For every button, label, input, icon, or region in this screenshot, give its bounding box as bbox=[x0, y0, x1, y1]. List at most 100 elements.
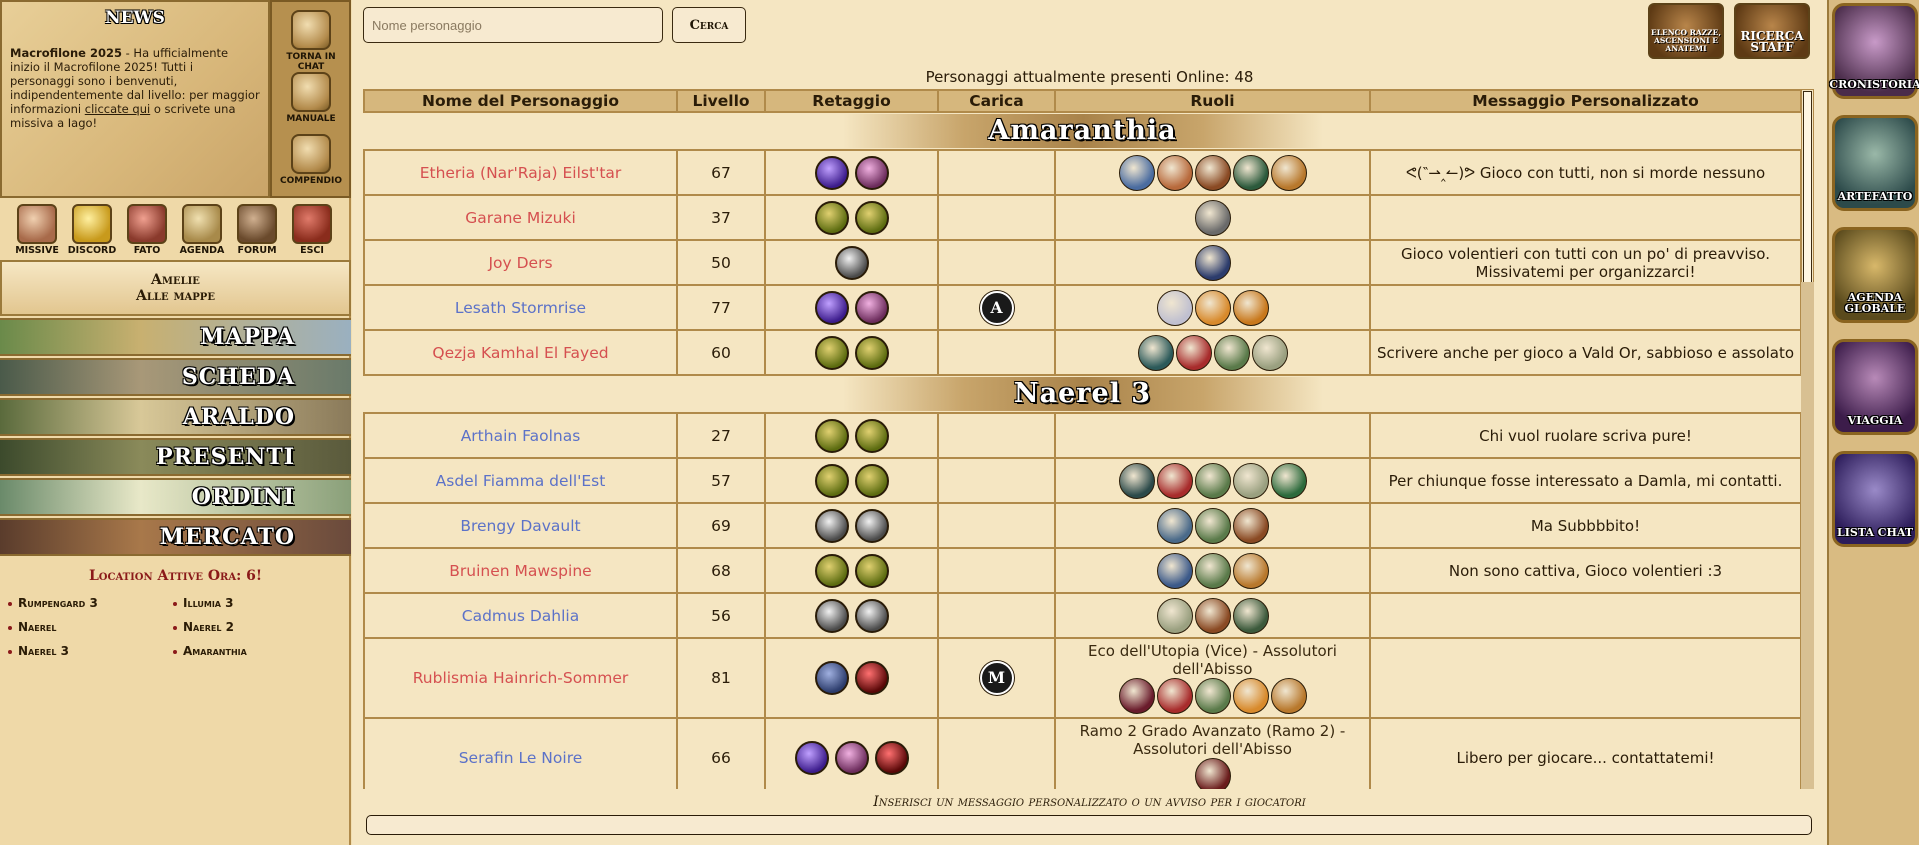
nav-present[interactable]: PRESENTI bbox=[0, 438, 351, 476]
location-item[interactable]: Illumia 3 bbox=[165, 596, 247, 620]
role-icon[interactable] bbox=[1156, 462, 1193, 499]
character-panel[interactable]: Amelie Alle mappe bbox=[0, 260, 351, 316]
return-to-chat-button[interactable]: TORNA IN CHAT bbox=[280, 10, 342, 72]
role-icon[interactable] bbox=[1213, 334, 1250, 371]
location-item[interactable]: Naerel bbox=[0, 620, 98, 644]
character-name-cell[interactable]: Bruinen Mawspine bbox=[363, 547, 678, 594]
heritage-icon[interactable] bbox=[814, 553, 849, 588]
role-icon[interactable] bbox=[1232, 678, 1269, 714]
agenda-button[interactable]: AGENDA bbox=[175, 204, 229, 256]
heritage-icon[interactable] bbox=[854, 290, 889, 325]
role-icon[interactable] bbox=[1137, 334, 1174, 371]
role-icon[interactable] bbox=[1270, 678, 1307, 714]
role-icon[interactable] bbox=[1194, 199, 1231, 236]
nav-orders[interactable]: ORDINI bbox=[0, 478, 351, 516]
heritage-icon[interactable] bbox=[814, 290, 849, 325]
heritage-icon[interactable] bbox=[854, 598, 889, 633]
nav-herald[interactable]: ARALDO bbox=[0, 398, 351, 436]
heritage-icon[interactable] bbox=[814, 508, 849, 543]
location-item[interactable]: Naerel 3 bbox=[0, 644, 98, 668]
role-icon[interactable] bbox=[1156, 289, 1193, 326]
role-icon[interactable] bbox=[1194, 507, 1231, 544]
heritage-icon[interactable] bbox=[854, 155, 889, 190]
character-name-cell[interactable]: Joy Ders bbox=[363, 239, 678, 286]
location-item[interactable]: Naerel 2 bbox=[165, 620, 247, 644]
col-header-charge[interactable]: Carica bbox=[937, 89, 1056, 113]
character-name-cell[interactable]: Qezja Kamhal El Fayed bbox=[363, 329, 678, 376]
search-input[interactable] bbox=[363, 7, 663, 43]
character-name-cell[interactable]: Etheria (Nar'Raja) Eilst'tar bbox=[363, 149, 678, 196]
chat-list-button[interactable]: LISTA CHAT bbox=[1832, 451, 1918, 547]
heritage-icon[interactable] bbox=[854, 661, 889, 695]
character-name-cell[interactable]: Asdel Fiamma dell'Est bbox=[363, 457, 678, 504]
heritage-icon[interactable] bbox=[794, 741, 829, 775]
character-name-cell[interactable]: Cadmus Dahlia bbox=[363, 592, 678, 639]
discord-button[interactable]: DISCORD bbox=[65, 204, 119, 256]
role-icon[interactable] bbox=[1232, 507, 1269, 544]
scrollbar-track[interactable] bbox=[1801, 282, 1814, 789]
heritage-icon[interactable] bbox=[854, 418, 889, 453]
missive-button[interactable]: MISSIVE bbox=[10, 204, 64, 256]
news-link[interactable]: cliccate qui bbox=[85, 102, 150, 116]
scrollbar-thumb[interactable] bbox=[1803, 91, 1812, 283]
role-icon[interactable] bbox=[1194, 552, 1231, 589]
charge-badge-icon[interactable]: M bbox=[979, 661, 1014, 695]
role-icon[interactable] bbox=[1194, 154, 1231, 191]
role-icon[interactable] bbox=[1156, 507, 1193, 544]
heritage-icon[interactable] bbox=[854, 553, 889, 588]
location-banner[interactable]: Amaranthia bbox=[842, 114, 1323, 148]
role-icon[interactable] bbox=[1232, 289, 1269, 326]
role-icon[interactable] bbox=[1194, 244, 1231, 281]
role-icon[interactable] bbox=[1175, 334, 1212, 371]
location-banner[interactable]: Naerel 3 bbox=[842, 377, 1323, 411]
role-icon[interactable] bbox=[1232, 154, 1269, 191]
role-icon[interactable] bbox=[1270, 462, 1307, 499]
global-agenda-button[interactable]: AGENDA GLOBALE bbox=[1832, 227, 1918, 323]
fate-button[interactable]: FATO bbox=[120, 204, 174, 256]
location-item[interactable]: Amaranthia bbox=[165, 644, 247, 668]
heritage-icon[interactable] bbox=[834, 245, 869, 280]
manual-button[interactable]: MANUALE bbox=[280, 72, 342, 124]
role-icon[interactable] bbox=[1194, 289, 1231, 326]
role-icon[interactable] bbox=[1194, 678, 1231, 714]
character-name-cell[interactable]: Garane Mizuki bbox=[363, 194, 678, 241]
role-icon[interactable] bbox=[1118, 678, 1155, 714]
heritage-icon[interactable] bbox=[814, 335, 849, 370]
heritage-icon[interactable] bbox=[854, 508, 889, 543]
role-icon[interactable] bbox=[1194, 597, 1231, 634]
role-icon[interactable] bbox=[1270, 154, 1307, 191]
heritage-icon[interactable] bbox=[854, 200, 889, 235]
role-icon[interactable] bbox=[1156, 678, 1193, 714]
role-icon[interactable] bbox=[1194, 462, 1231, 499]
charge-badge-icon[interactable]: A bbox=[979, 290, 1014, 325]
role-icon[interactable] bbox=[1232, 552, 1269, 589]
nav-map[interactable]: MAPPA bbox=[0, 318, 351, 356]
role-icon[interactable] bbox=[1232, 597, 1269, 634]
role-icon[interactable] bbox=[1156, 552, 1193, 589]
heritage-icon[interactable] bbox=[834, 741, 869, 775]
location-item[interactable]: Rumpengard 3 bbox=[0, 596, 98, 620]
role-icon[interactable] bbox=[1232, 462, 1269, 499]
heritage-icon[interactable] bbox=[854, 463, 889, 498]
races-list-button[interactable]: ELENCO RAZZE, ASCENSIONI E ANATEMI bbox=[1648, 3, 1724, 59]
nav-market[interactable]: MERCATO bbox=[0, 518, 351, 556]
role-icon[interactable] bbox=[1251, 334, 1288, 371]
character-name-cell[interactable]: Rublismia Hainrich-Sommer bbox=[363, 637, 678, 719]
heritage-icon[interactable] bbox=[874, 741, 909, 775]
col-header-name[interactable]: Nome del Personaggio bbox=[363, 89, 678, 113]
heritage-icon[interactable] bbox=[854, 335, 889, 370]
character-name-cell[interactable]: Lesath Stormrise bbox=[363, 284, 678, 331]
role-icon[interactable] bbox=[1156, 154, 1193, 191]
role-icon[interactable] bbox=[1194, 758, 1231, 789]
nav-sheet[interactable]: SCHEDA bbox=[0, 358, 351, 396]
chronicle-button[interactable]: CRONISTORIA bbox=[1829, 3, 1919, 99]
travel-button[interactable]: VIAGGIA bbox=[1832, 339, 1918, 435]
heritage-icon[interactable] bbox=[814, 418, 849, 453]
forum-button[interactable]: FORUM bbox=[230, 204, 284, 256]
compendium-button[interactable]: COMPENDIO bbox=[280, 134, 342, 186]
role-icon[interactable] bbox=[1118, 154, 1155, 191]
heritage-icon[interactable] bbox=[814, 200, 849, 235]
staff-search-button[interactable]: RICERCA STAFF bbox=[1734, 3, 1810, 59]
message-input[interactable] bbox=[366, 815, 1812, 835]
character-name-cell[interactable]: Arthain Faolnas bbox=[363, 412, 678, 459]
